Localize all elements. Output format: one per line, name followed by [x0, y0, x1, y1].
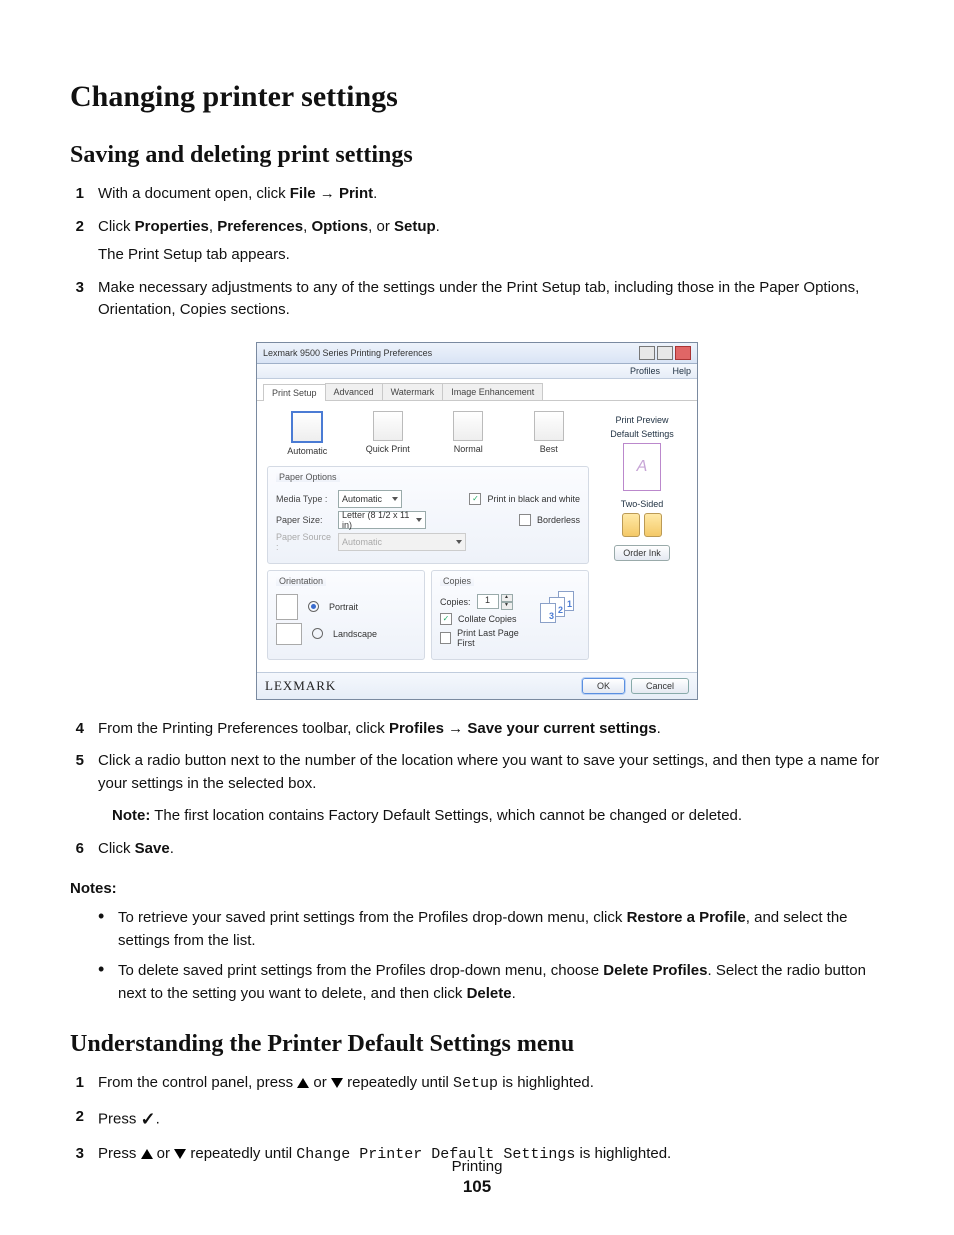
page-footer: Printing 105: [0, 1158, 954, 1197]
mode-normal[interactable]: Normal: [440, 411, 496, 456]
minimize-icon[interactable]: [639, 346, 655, 360]
print-bw-label: Print in black and white: [487, 494, 580, 504]
paper-size-label: Paper Size:: [276, 515, 332, 525]
step-number: 4: [70, 718, 84, 741]
note-item: To retrieve your saved print settings fr…: [118, 907, 884, 952]
ok-button[interactable]: OK: [582, 678, 625, 694]
paper-source-label: Paper Source :: [276, 532, 332, 552]
step-number: 3: [70, 277, 84, 322]
footer-section: Printing: [0, 1158, 954, 1175]
steps-saving-cont: 4 From the Printing Preferences toolbar,…: [70, 718, 884, 861]
borderless-label: Borderless: [537, 515, 580, 525]
mode-automatic[interactable]: Automatic: [279, 411, 335, 456]
maximize-icon[interactable]: [657, 346, 673, 360]
step-number: 6: [70, 838, 84, 861]
default-settings-link[interactable]: Default Settings: [597, 429, 687, 439]
note-item: To delete saved print settings from the …: [118, 960, 884, 1005]
tab-print-setup[interactable]: Print Setup: [263, 384, 326, 401]
steps-understanding: 1 From the control panel, press or repea…: [70, 1072, 884, 1166]
mode-best[interactable]: Best: [521, 411, 577, 456]
chevron-down-icon: [456, 540, 462, 544]
collate-checkbox[interactable]: ✓: [440, 613, 452, 625]
step-body: Click Save.: [98, 838, 884, 861]
up-arrow-icon: [297, 1078, 309, 1088]
ink-icon: [622, 513, 640, 537]
paper-size-select[interactable]: Letter (8 1/2 x 11 in): [338, 511, 426, 529]
step-body: From the control panel, press or repeate…: [98, 1072, 884, 1096]
step-body: Press ✓.: [98, 1106, 884, 1133]
paper-source-select: Automatic: [338, 533, 466, 551]
notes-list: •To retrieve your saved print settings f…: [98, 907, 884, 1005]
step-number: 2: [70, 1106, 84, 1133]
step-body: From the Printing Preferences toolbar, c…: [98, 718, 884, 741]
media-type-label: Media Type :: [276, 494, 332, 504]
collate-preview-icon: 1 2 3: [540, 591, 580, 621]
notes-heading: Notes:: [70, 880, 884, 897]
spin-up-icon[interactable]: ▲: [501, 594, 513, 602]
borderless-checkbox[interactable]: [519, 514, 531, 526]
landscape-radio[interactable]: [312, 628, 323, 639]
last-page-first-checkbox[interactable]: [440, 632, 451, 644]
bullet-icon: •: [98, 907, 108, 952]
step-body: Make necessary adjustments to any of the…: [98, 277, 884, 322]
paper-options-group: Paper Options Media Type : Automatic ✓ P…: [267, 466, 589, 564]
tab-image-enhancement[interactable]: Image Enhancement: [442, 383, 543, 400]
tab-advanced[interactable]: Advanced: [325, 383, 383, 400]
print-preview-link[interactable]: Print Preview: [597, 415, 687, 425]
printing-preferences-dialog: Lexmark 9500 Series Printing Preferences…: [256, 342, 698, 700]
page-preview-icon: A: [623, 443, 661, 491]
spin-down-icon[interactable]: ▼: [501, 602, 513, 610]
step-body: Click a radio button next to the number …: [98, 750, 884, 828]
step-body: Click Properties, Preferences, Options, …: [98, 216, 884, 267]
page-title: Changing printer settings: [70, 80, 884, 114]
help-menu[interactable]: Help: [672, 366, 691, 376]
page-number: 105: [0, 1177, 954, 1197]
brand-logo: LEXMARK: [265, 678, 576, 694]
dialog-title: Lexmark 9500 Series Printing Preferences: [263, 348, 639, 358]
bullet-icon: •: [98, 960, 108, 1005]
close-icon[interactable]: [675, 346, 691, 360]
section-heading-saving: Saving and deleting print settings: [70, 142, 884, 169]
ink-icon: [644, 513, 662, 537]
orientation-group: Orientation Portrait Landscape: [267, 570, 425, 660]
copies-group: Copies Copies: 1▲▼ ✓Collate Copies Print…: [431, 570, 589, 660]
step-number: 2: [70, 216, 84, 267]
media-type-select[interactable]: Automatic: [338, 490, 402, 508]
tab-watermark[interactable]: Watermark: [382, 383, 444, 400]
two-sided-link[interactable]: Two-Sided: [597, 499, 687, 509]
mode-quick-print[interactable]: Quick Print: [360, 411, 416, 456]
step-number: 1: [70, 1072, 84, 1096]
step-number: 1: [70, 183, 84, 206]
landscape-thumb-icon: [276, 623, 302, 645]
portrait-radio[interactable]: [308, 601, 319, 612]
portrait-thumb-icon: [276, 594, 298, 620]
check-icon: ✓: [141, 1106, 156, 1133]
step-number: 5: [70, 750, 84, 828]
section-heading-understanding: Understanding the Printer Default Settin…: [70, 1031, 884, 1058]
step-body: With a document open, click File → Print…: [98, 183, 884, 206]
print-bw-checkbox[interactable]: ✓: [469, 493, 481, 505]
steps-saving: 1 With a document open, click File → Pri…: [70, 183, 884, 322]
profiles-menu[interactable]: Profiles: [630, 366, 660, 376]
copies-input[interactable]: 1: [477, 594, 499, 609]
order-ink-button[interactable]: Order Ink: [614, 545, 670, 561]
chevron-down-icon: [392, 497, 398, 501]
cancel-button[interactable]: Cancel: [631, 678, 689, 694]
chevron-down-icon: [416, 518, 422, 522]
down-arrow-icon: [331, 1078, 343, 1088]
